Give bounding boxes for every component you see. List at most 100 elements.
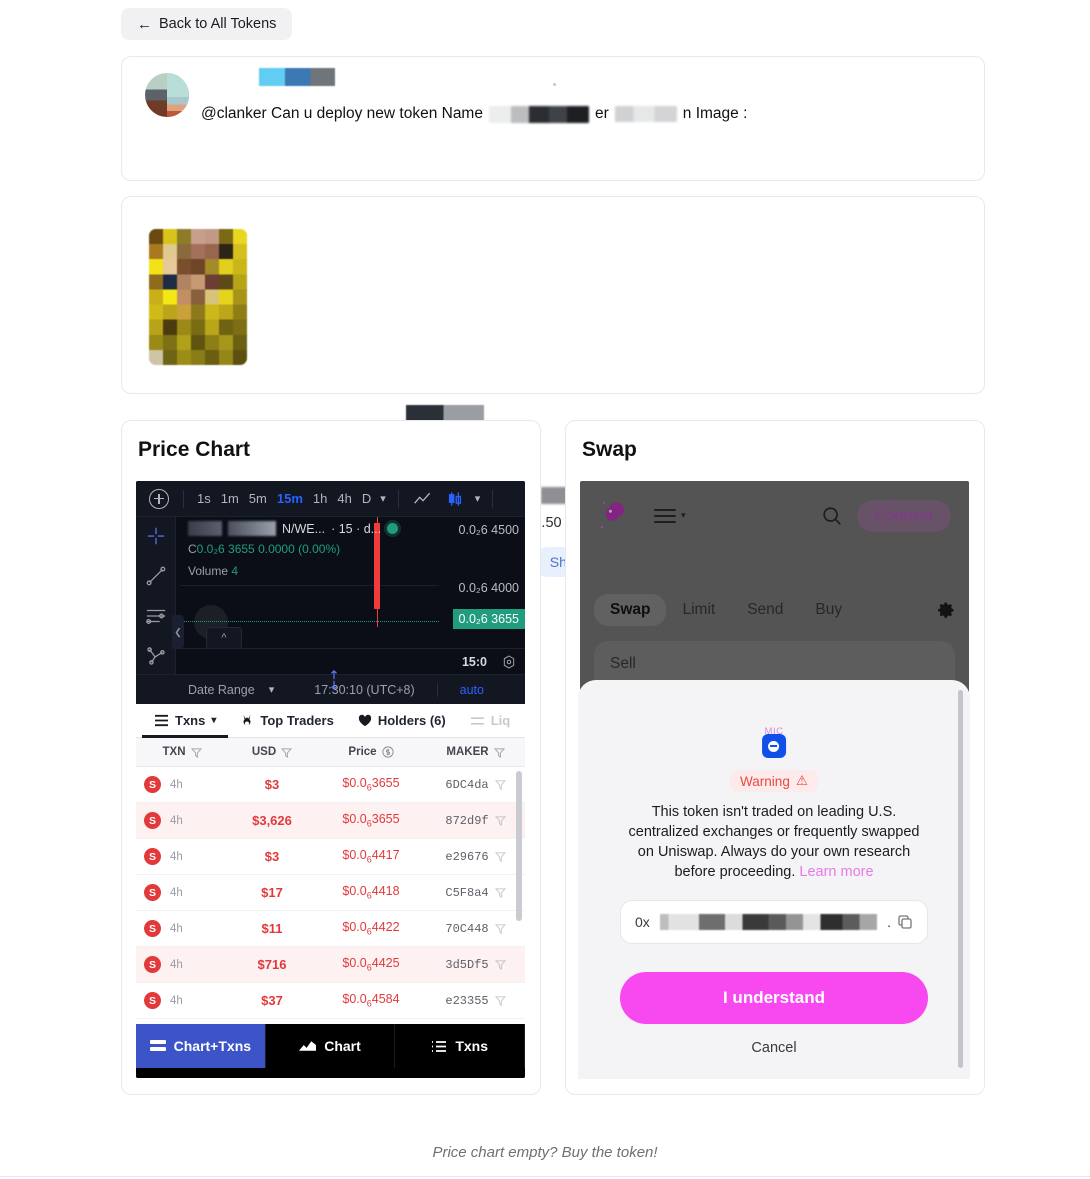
- txn-usd: $716: [257, 957, 287, 972]
- page-root: ← Back to All Tokens @clanker Can u depl…: [0, 0, 1090, 1179]
- candlestick-icon[interactable]: [445, 490, 465, 508]
- column-header-price[interactable]: Price: [316, 746, 426, 758]
- learn-more-link[interactable]: Learn more: [799, 864, 873, 880]
- txn-type-badge: S: [144, 884, 161, 901]
- filter-icon[interactable]: [494, 923, 506, 934]
- dex-tab-chevron-down-icon[interactable]: ▾: [211, 715, 216, 726]
- dexscreener-logo-icon: [294, 1077, 316, 1078]
- txn-table-body[interactable]: S 4h $3 $0.063655 6DC4da S 4h $3,626 $0.06…: [136, 767, 525, 1024]
- crosshair-icon[interactable]: [145, 525, 167, 547]
- timeframe-5m[interactable]: 5m: [244, 489, 272, 508]
- column-header-txn[interactable]: TXN: [136, 746, 228, 758]
- cast-card[interactable]: @clanker Can u deploy new token Name er …: [121, 56, 985, 214]
- txn-price: $0.064418: [342, 884, 400, 901]
- i-understand-button[interactable]: I understand: [620, 972, 928, 1024]
- dex-tab-holders-label: Holders (6): [377, 713, 446, 728]
- footer-note: Price chart empty? Buy the token!: [432, 1144, 658, 1161]
- txn-maker[interactable]: 6DC4da: [445, 778, 488, 792]
- expand-pane-chevron-up-icon[interactable]: ^: [206, 627, 242, 649]
- chart-drawing-tools: [136, 517, 176, 674]
- token-warning-modal[interactable]: MIC Warning ⚠ This token isn't traded on…: [578, 680, 970, 1079]
- token-address-field[interactable]: 0x .: [620, 900, 928, 944]
- column-header-usd-label: USD: [251, 746, 277, 758]
- txn-maker[interactable]: 70C448: [445, 922, 488, 936]
- collapse-panel-icon[interactable]: ❮: [172, 615, 184, 649]
- timeframe-15m[interactable]: 15m: [272, 489, 308, 508]
- dexscreener-attribution: Tracked by DEXSCREENER: [136, 1068, 525, 1078]
- txn-maker[interactable]: C5F8a4: [445, 886, 488, 900]
- filter-icon[interactable]: [494, 959, 506, 970]
- avatar: [145, 73, 189, 117]
- timeframe-1s[interactable]: 1s: [192, 489, 216, 508]
- view-tab-txns[interactable]: Txns: [395, 1024, 525, 1068]
- table-row[interactable]: S 4h $11 $0.064422 70C448: [136, 911, 525, 947]
- dex-tab-txns-label: Txns: [175, 713, 206, 728]
- txn-maker[interactable]: 3d5Df5: [445, 958, 488, 972]
- view-tab-txns-label: Txns: [455, 1038, 489, 1054]
- timeframe-1m[interactable]: 1m: [216, 489, 244, 508]
- timeframe-1h[interactable]: 1h: [308, 489, 332, 508]
- add-indicator-icon[interactable]: [149, 488, 169, 509]
- toolbar-divider: [183, 489, 184, 508]
- table-row[interactable]: S 4h $3 $0.063655 6DC4da: [136, 767, 525, 803]
- back-to-all-tokens-button[interactable]: ← Back to All Tokens: [121, 8, 293, 40]
- table-row[interactable]: S 4h $3 $0.064417 e29676: [136, 839, 525, 875]
- timeframe-4h[interactable]: 4h: [332, 489, 356, 508]
- txn-type-badge: S: [144, 776, 161, 793]
- txn-maker[interactable]: e29676: [445, 850, 488, 864]
- view-tab-chart[interactable]: Chart: [266, 1024, 396, 1068]
- line-chart-icon[interactable]: [413, 490, 433, 508]
- ohlc-change: 0.0000 (0.00%): [258, 542, 341, 556]
- redacted-token-name: [488, 105, 589, 123]
- pattern-tool-icon[interactable]: [145, 645, 167, 667]
- date-range-label[interactable]: Date Range: [188, 683, 255, 697]
- table-scrollbar[interactable]: [516, 771, 522, 921]
- filter-icon[interactable]: [494, 851, 506, 862]
- view-tab-chart-txns[interactable]: Chart+Txns: [136, 1024, 266, 1068]
- column-header-usd[interactable]: USD: [228, 746, 316, 758]
- modal-scrollbar[interactable]: [958, 690, 963, 1068]
- filter-icon[interactable]: [494, 779, 506, 790]
- filter-icon[interactable]: [281, 747, 293, 758]
- medal-icon: [243, 714, 251, 726]
- ohlc-close-value: 0.0₂6 3655: [196, 542, 255, 556]
- txn-usd: $3: [264, 777, 280, 792]
- table-row[interactable]: S 4h $17 $0.064418 C5F8a4: [136, 875, 525, 911]
- currency-toggle-icon[interactable]: [381, 746, 394, 758]
- txn-price: $0.064584: [342, 992, 400, 1009]
- filter-icon[interactable]: [494, 995, 506, 1006]
- date-range-chevron-down-icon[interactable]: ▾: [269, 683, 275, 696]
- column-header-maker[interactable]: MAKER: [426, 746, 525, 758]
- table-row[interactable]: S 4h $3,626 $0.063655 872d9f: [136, 803, 525, 839]
- cancel-button[interactable]: Cancel: [578, 1040, 970, 1056]
- ohlc-close-label: C: [188, 542, 197, 556]
- filter-icon[interactable]: [494, 887, 506, 898]
- resize-handle-icon[interactable]: [329, 667, 339, 693]
- dex-tab-top-traders[interactable]: Top Traders: [228, 704, 345, 737]
- table-row[interactable]: S 4h $716 $0.064425 3d5Df5: [136, 947, 525, 983]
- txn-age: 4h: [170, 922, 183, 935]
- txn-usd: $3,626: [252, 813, 292, 828]
- copy-icon[interactable]: [897, 914, 913, 930]
- fib-retracement-icon[interactable]: [145, 605, 167, 627]
- filter-icon[interactable]: [493, 747, 505, 758]
- txn-maker[interactable]: 872d9f: [445, 814, 488, 828]
- cast-text-suffix: n Image :: [682, 105, 748, 122]
- dex-tab-holders[interactable]: Holders (6): [346, 704, 458, 737]
- filter-icon[interactable]: [190, 747, 202, 758]
- txn-maker[interactable]: e23355: [445, 994, 488, 1008]
- timeframe-chevron-down-icon[interactable]: ▾: [380, 492, 386, 505]
- auto-scale-button[interactable]: auto: [460, 683, 484, 697]
- trend-line-icon[interactable]: [145, 565, 167, 587]
- dex-tab-txns[interactable]: Txns ▾: [142, 704, 229, 738]
- timeframe-d[interactable]: D: [357, 489, 376, 508]
- dexscreener-widget[interactable]: 1s 1m 5m 15m 1h 4h D ▾ ▾ N/WE... · 15 · …: [136, 481, 525, 1078]
- table-row[interactable]: S 4h $37 $0.064584 e23355: [136, 983, 525, 1019]
- filter-icon[interactable]: [494, 815, 506, 826]
- dex-tab-liquidity[interactable]: Liq: [458, 704, 523, 737]
- status-badge: Warning ⚠: [730, 770, 818, 792]
- chart-canvas[interactable]: N/WE... · 15 · d... C0.0₂6 3655 0.0000 (…: [136, 517, 525, 674]
- chart-type-chevron-down-icon[interactable]: ▾: [475, 492, 481, 505]
- txn-price: $0.064425: [342, 956, 400, 973]
- chart-settings-icon[interactable]: [501, 654, 517, 670]
